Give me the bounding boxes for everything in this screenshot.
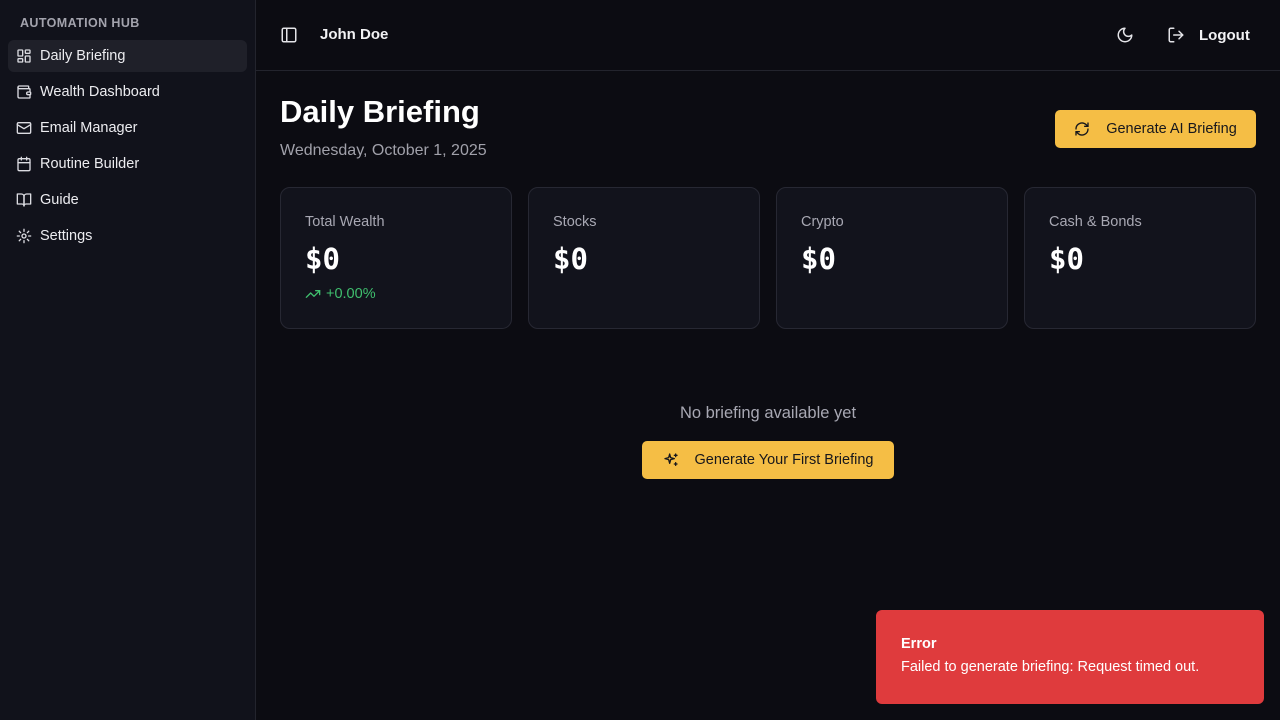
wallet-icon — [16, 84, 32, 100]
sidebar-item-guide[interactable]: Guide — [8, 184, 247, 216]
book-open-icon — [16, 192, 32, 208]
layout-dashboard-icon — [16, 48, 32, 64]
sidebar-group-label: AUTOMATION HUB — [20, 16, 140, 30]
sidebar-item-label: Settings — [40, 228, 93, 244]
total-wealth-card: Total Wealth $0 +0.00% — [280, 187, 512, 329]
mail-icon — [16, 120, 32, 136]
card-label: Stocks — [553, 214, 597, 230]
logout-button[interactable]: Logout — [1167, 24, 1250, 46]
toast-title: Error — [901, 636, 937, 652]
sidebar-toggle-icon[interactable] — [280, 26, 298, 44]
top-header: John Doe Logout — [256, 0, 1280, 71]
card-value: $0 — [1049, 242, 1084, 276]
sidebar-item-label: Guide — [40, 192, 79, 208]
sidebar-item-label: Daily Briefing — [40, 48, 126, 64]
stats-cards: Total Wealth $0 +0.00% Stocks $0 Crypto … — [280, 187, 1256, 329]
empty-state-text: No briefing available yet — [679, 404, 857, 422]
sidebar-item-label: Wealth Dashboard — [40, 84, 160, 100]
sidebar-item-email-manager[interactable]: Email Manager — [8, 112, 247, 144]
user-name: John Doe — [320, 26, 389, 43]
page-title: Daily Briefing — [280, 94, 480, 129]
sidebar-item-wealth-dashboard[interactable]: Wealth Dashboard — [8, 76, 247, 108]
card-value: $0 — [305, 242, 340, 276]
card-value: $0 — [553, 242, 588, 276]
cash-bonds-card: Cash & Bonds $0 — [1024, 187, 1256, 329]
wealth-change-value: +0.00% — [326, 286, 376, 302]
logout-icon — [1167, 26, 1185, 44]
page-date: Wednesday, October 1, 2025 — [280, 142, 487, 159]
gear-icon — [16, 228, 32, 244]
card-label: Cash & Bonds — [1049, 214, 1142, 230]
card-value: $0 — [801, 242, 836, 276]
stocks-card: Stocks $0 — [528, 187, 760, 329]
card-label: Crypto — [801, 214, 844, 230]
app-root: AUTOMATION HUB Daily Briefing Wealth Das… — [0, 0, 1280, 720]
generate-ai-briefing-label: Generate AI Briefing — [1106, 121, 1237, 137]
sidebar-nav: Daily Briefing Wealth Dashboard Email Ma… — [8, 40, 247, 256]
error-toast[interactable]: Error Failed to generate briefing: Reque… — [876, 610, 1264, 704]
refresh-icon — [1074, 121, 1090, 137]
sidebar-item-label: Routine Builder — [40, 156, 140, 172]
calendar-icon — [16, 156, 32, 172]
moon-icon[interactable] — [1116, 26, 1134, 44]
trending-up-icon — [305, 286, 321, 302]
logout-label: Logout — [1199, 26, 1250, 44]
sidebar-item-settings[interactable]: Settings — [8, 220, 247, 252]
card-label: Total Wealth — [305, 214, 385, 230]
wealth-change: +0.00% — [305, 286, 376, 302]
sidebar: AUTOMATION HUB Daily Briefing Wealth Das… — [0, 0, 256, 720]
sidebar-item-label: Email Manager — [40, 120, 138, 136]
generate-ai-briefing-button[interactable]: Generate AI Briefing — [1055, 110, 1256, 148]
sparkles-icon — [663, 452, 679, 468]
toast-message: Failed to generate briefing: Request tim… — [901, 659, 1200, 675]
generate-first-briefing-label: Generate Your First Briefing — [694, 452, 874, 468]
generate-first-briefing-button[interactable]: Generate Your First Briefing — [642, 441, 894, 479]
crypto-card: Crypto $0 — [776, 187, 1008, 329]
sidebar-item-daily-briefing[interactable]: Daily Briefing — [8, 40, 247, 72]
sidebar-item-routine-builder[interactable]: Routine Builder — [8, 148, 247, 180]
